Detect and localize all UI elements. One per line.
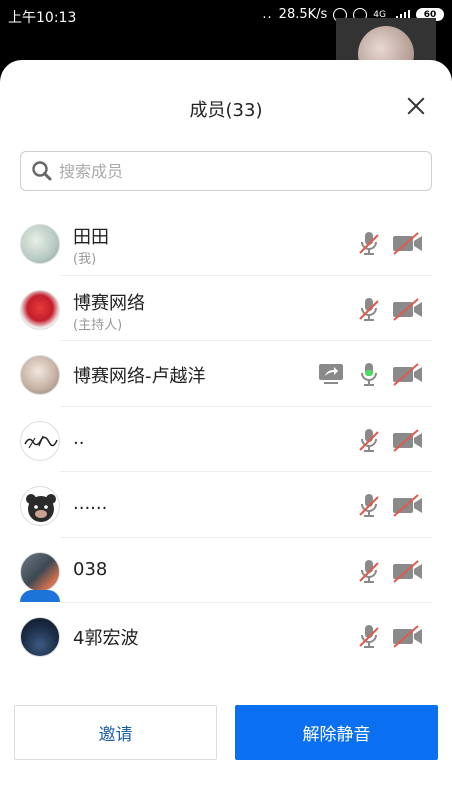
mic-muted-icon[interactable] <box>356 623 382 649</box>
signature-avatar-art <box>24 435 58 448</box>
member-row[interactable]: 038 <box>0 538 452 604</box>
avatar <box>20 486 60 526</box>
member-row[interactable]: 博赛网络 (主持人) <box>0 276 452 342</box>
member-name: 4郭宏波 <box>73 628 139 649</box>
screen-share-icon[interactable] <box>318 362 344 386</box>
member-row[interactable]: .. <box>0 407 452 473</box>
avatar-partial <box>20 590 60 602</box>
avatar <box>20 355 60 395</box>
member-name: .. <box>73 427 85 449</box>
member-role: (我) <box>73 252 97 267</box>
camera-off-icon[interactable] <box>392 427 424 453</box>
avatar <box>20 420 60 461</box>
member-row[interactable]: 4郭宏波 <box>0 603 452 669</box>
member-name: 博赛网络-卢越洋 <box>73 366 206 387</box>
member-row[interactable]: 博赛网络-卢越洋 <box>0 341 452 407</box>
camera-off-icon[interactable] <box>392 558 424 584</box>
mic-muted-icon[interactable] <box>356 296 382 322</box>
member-row[interactable]: ...... <box>0 472 452 538</box>
unmute-button[interactable]: 解除静音 <box>235 705 438 760</box>
mic-muted-icon[interactable] <box>356 558 382 584</box>
avatar <box>20 617 60 657</box>
member-name: ...... <box>73 493 108 514</box>
member-row[interactable]: 田田 (我) <box>0 210 452 276</box>
search-input[interactable] <box>59 161 399 181</box>
avatar <box>20 289 60 330</box>
camera-off-icon[interactable] <box>392 230 424 256</box>
member-role: (主持人) <box>73 317 123 333</box>
members-sheet: 成员(33) 田田 (我) <box>0 60 452 803</box>
member-name: 038 <box>73 558 108 580</box>
mic-muted-icon[interactable] <box>356 427 382 453</box>
member-list[interactable]: 田田 (我) 博赛网络 (主持人) 博赛网络-卢越洋 .. ...... 038… <box>0 210 452 690</box>
invite-button[interactable]: 邀请 <box>14 705 217 760</box>
camera-off-icon[interactable] <box>392 361 424 387</box>
status-time: 上午10:13 <box>8 10 77 26</box>
camera-off-icon[interactable] <box>392 623 424 649</box>
status-speed: 28.5K/s <box>278 7 328 22</box>
status-dots: .. <box>262 7 273 22</box>
mic-muted-icon[interactable] <box>356 492 382 518</box>
members-title: 成员(33) <box>189 100 263 121</box>
mic-active-icon[interactable] <box>356 361 382 387</box>
member-name: 田田 <box>73 227 109 248</box>
avatar <box>20 551 60 592</box>
member-name: 博赛网络 <box>73 292 145 314</box>
search-box[interactable] <box>20 151 432 191</box>
avatar <box>20 224 60 264</box>
dog-avatar-art <box>26 494 56 522</box>
search-icon <box>32 161 52 181</box>
mic-muted-icon[interactable] <box>356 230 382 256</box>
close-icon[interactable] <box>402 92 430 120</box>
camera-off-icon[interactable] <box>392 492 424 518</box>
camera-off-icon[interactable] <box>392 296 424 322</box>
